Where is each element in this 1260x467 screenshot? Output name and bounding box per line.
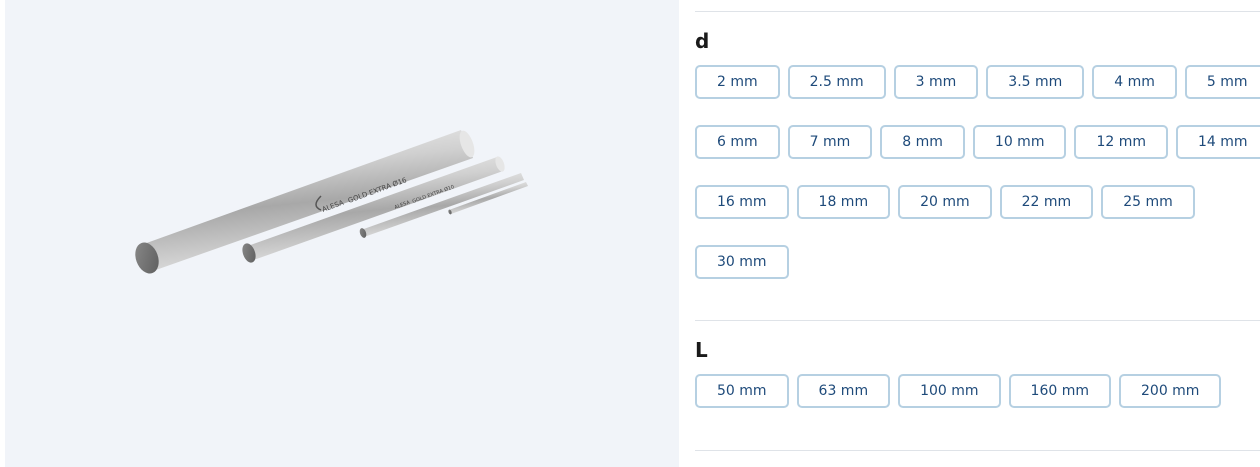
d-option-button[interactable]: 12 mm (1074, 125, 1169, 159)
d-option-button[interactable]: 20 mm (898, 185, 992, 219)
d-row: 6 mm 7 mm 8 mm 10 mm 12 mm 14 mm (695, 125, 1260, 159)
l-row: 50 mm 63 mm 100 mm 160 mm 200 mm (695, 374, 1222, 408)
d-option-button[interactable]: 2.5 mm (787, 65, 886, 99)
d-option-button[interactable]: 30 mm (695, 245, 789, 279)
d-option-button[interactable]: 16 mm (695, 185, 789, 219)
d-option-button[interactable]: 4 mm (1092, 65, 1177, 99)
d-option-button[interactable]: 14 mm (1176, 125, 1260, 159)
d-option-button[interactable]: 8 mm (880, 125, 965, 159)
product-image-panel: ALESA GOLD EXTRA Ø16 ALESA GOLD EXTRA Ø1… (5, 0, 679, 467)
size-options-panel: d 2 mm 2.5 mm 3 mm 3.5 mm 4 mm 5 mm 6 mm 7 mm 8 … (695, 0, 1260, 467)
large-rod: ALESA GOLD EXTRA Ø16 (135, 130, 475, 274)
l-option-button[interactable]: 63 mm (796, 374, 891, 408)
d-option-button[interactable]: 25 mm (1101, 185, 1195, 219)
d-row: 2 mm 2.5 mm 3 mm 3.5 mm 4 mm 5 mm (695, 65, 1260, 99)
d-option-button[interactable]: 5 mm (1184, 65, 1260, 99)
l-option-button[interactable]: 100 mm (898, 374, 1001, 408)
d-option-button[interactable]: 10 mm (972, 125, 1067, 159)
l-option-button[interactable]: 160 mm (1008, 374, 1111, 408)
divider (695, 450, 1260, 451)
d-row: 16 mm 18 mm 20 mm 22 mm 25 mm (695, 185, 1195, 219)
d-group-title: d (695, 29, 710, 53)
d-option-button[interactable]: 18 mm (796, 185, 891, 219)
l-group-title: L (695, 338, 708, 362)
l-option-button[interactable]: 50 mm (695, 374, 789, 408)
d-option-button[interactable]: 6 mm (695, 125, 780, 159)
divider (695, 11, 1260, 12)
d-option-button[interactable]: 7 mm (787, 125, 873, 159)
d-option-button[interactable]: 2 mm (695, 65, 780, 99)
divider (695, 320, 1260, 321)
l-option-button[interactable]: 200 mm (1119, 374, 1222, 408)
d-option-button[interactable]: 3.5 mm (986, 65, 1085, 99)
d-option-button[interactable]: 3 mm (893, 65, 979, 99)
d-row: 30 mm (695, 245, 789, 279)
carbide-rods-image: ALESA GOLD EXTRA Ø16 ALESA GOLD EXTRA Ø1… (135, 130, 528, 274)
d-option-button[interactable]: 22 mm (999, 185, 1094, 219)
